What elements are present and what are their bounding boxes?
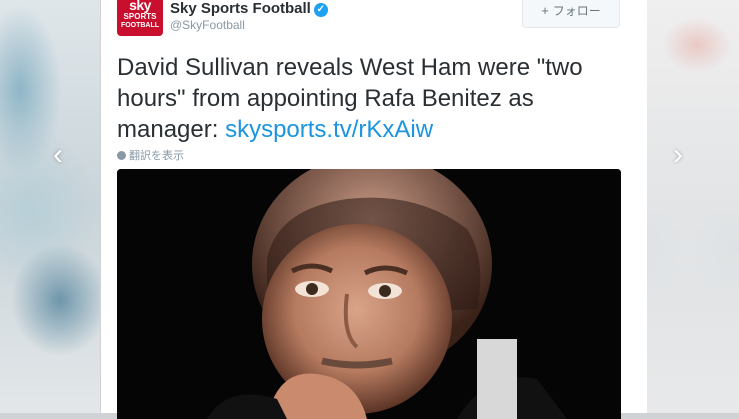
tweet-text: David Sullivan reveals West Ham were "tw… bbox=[117, 52, 637, 145]
next-arrow-icon[interactable]: › bbox=[665, 140, 691, 170]
add-user-icon: + bbox=[541, 3, 549, 18]
follow-button[interactable]: + フォロー bbox=[522, 0, 620, 28]
tweet-link[interactable]: skysports.tv/rKxAiw bbox=[225, 116, 433, 143]
tweet-card: sky SPORTS FOOTBALL Sky Sports Football ✓… bbox=[101, 0, 647, 419]
display-name-text[interactable]: Sky Sports Football bbox=[170, 0, 311, 17]
avatar[interactable]: sky SPORTS FOOTBALL bbox=[117, 0, 163, 36]
photo-portrait bbox=[117, 169, 621, 419]
translate-link[interactable]: 翻訳を表示 bbox=[117, 147, 184, 163]
avatar-logo-line2: SPORTS bbox=[123, 12, 157, 21]
avatar-logo-line3: FOOTBALL bbox=[120, 22, 160, 29]
tweet-photo[interactable] bbox=[117, 169, 621, 419]
translate-label: 翻訳を表示 bbox=[129, 150, 184, 162]
avatar-logo-line1: sky bbox=[129, 0, 151, 13]
previous-arrow-icon[interactable]: ‹ bbox=[45, 140, 71, 170]
background-right bbox=[647, 0, 739, 413]
globe-icon bbox=[117, 151, 126, 160]
verified-icon: ✓ bbox=[313, 3, 328, 17]
background-left bbox=[0, 0, 100, 413]
follow-button-label: フォロー bbox=[552, 4, 601, 18]
user-handle[interactable]: @SkyFootball bbox=[170, 18, 245, 32]
display-name[interactable]: Sky Sports Football ✓ bbox=[170, 0, 328, 17]
